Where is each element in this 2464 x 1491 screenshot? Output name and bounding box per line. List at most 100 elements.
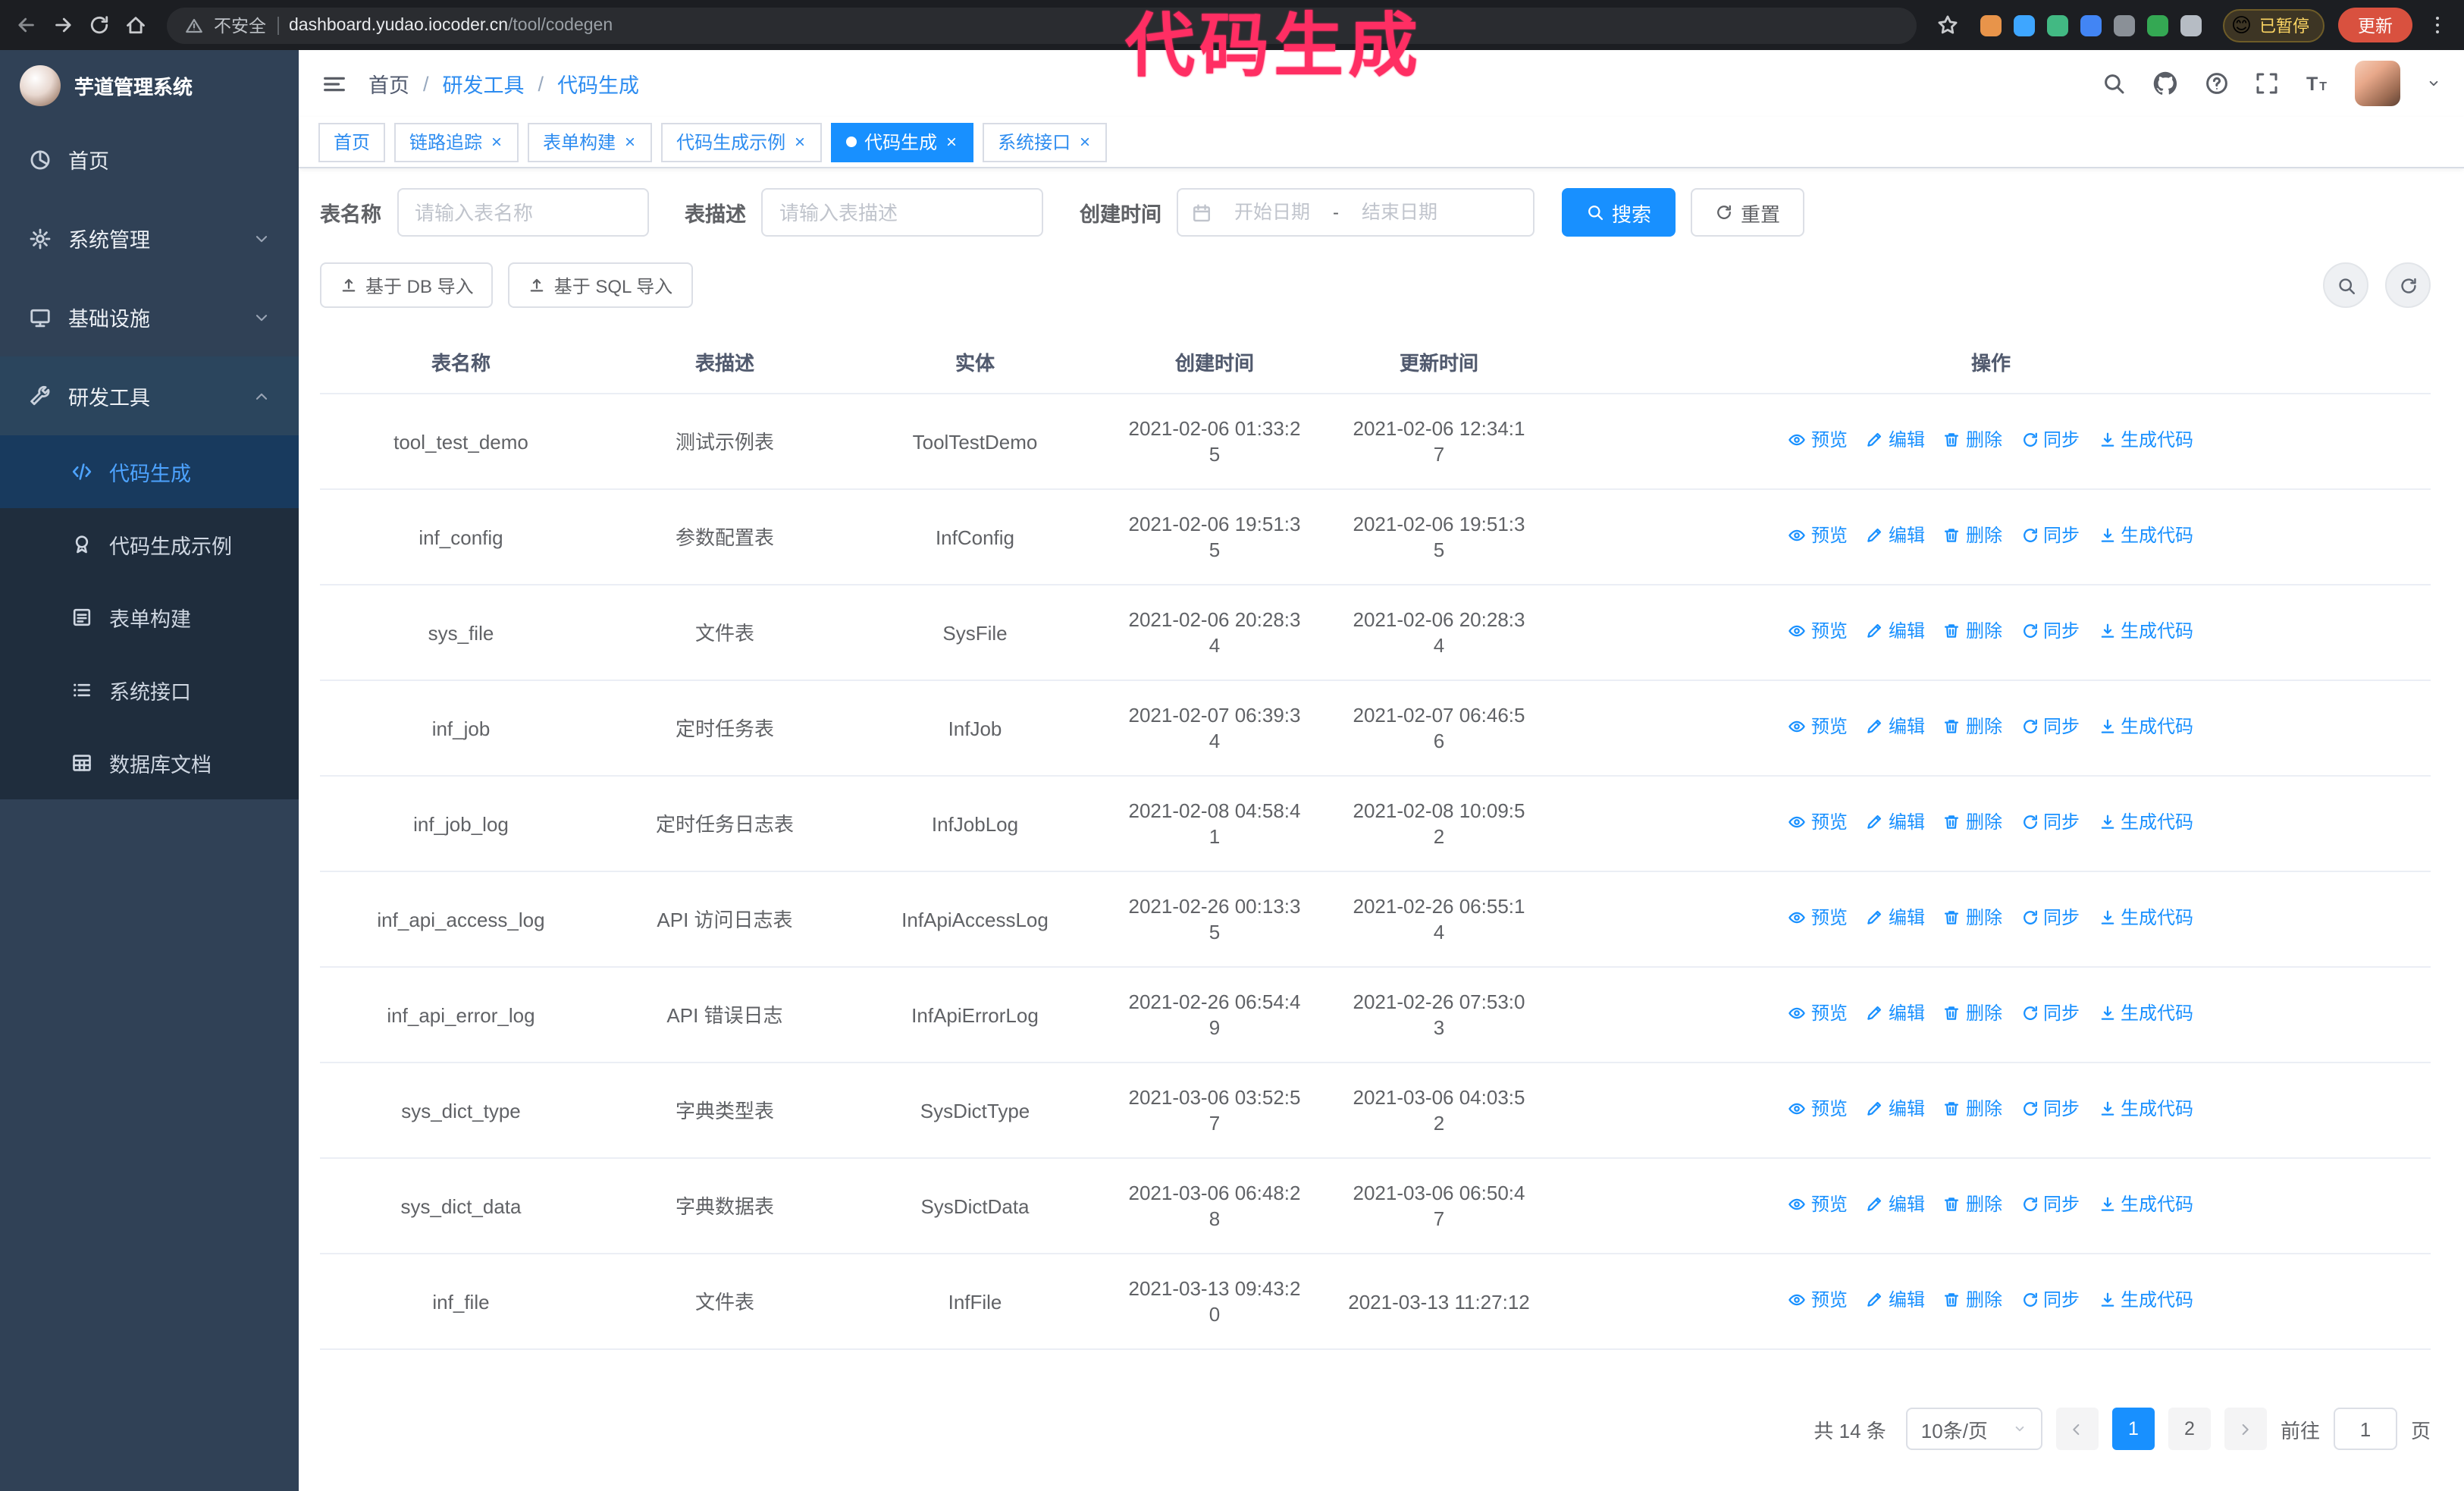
goto-page-input[interactable] <box>2333 1408 2397 1450</box>
back-icon[interactable] <box>15 14 38 36</box>
close-icon[interactable] <box>945 135 958 149</box>
chrome-update-button[interactable]: 更新 <box>2338 8 2412 42</box>
kebab-menu-icon[interactable] <box>2426 14 2449 36</box>
preview-link[interactable]: 预览 <box>1788 1097 1848 1122</box>
edit-link[interactable]: 编辑 <box>1866 1288 1925 1314</box>
sidebar-item-infra[interactable]: 基础设施 <box>0 278 299 356</box>
sidebar-item-form-builder[interactable]: 表单构建 <box>0 581 299 654</box>
delete-link[interactable]: 删除 <box>1943 1097 2002 1122</box>
tab-tracing[interactable]: 链路追踪 <box>394 122 519 162</box>
sync-link[interactable]: 同步 <box>2020 1097 2080 1122</box>
preview-link[interactable]: 预览 <box>1788 428 1848 454</box>
generate-code-link[interactable]: 生成代码 <box>2098 810 2193 836</box>
page-2-button[interactable]: 2 <box>2168 1408 2211 1450</box>
sidebar-item-home[interactable]: 首页 <box>0 120 299 199</box>
preview-link[interactable]: 预览 <box>1788 810 1848 836</box>
sidebar-item-codegen-example[interactable]: 代码生成示例 <box>0 508 299 581</box>
close-icon[interactable] <box>1078 135 1092 149</box>
tab-codegen-example[interactable]: 代码生成示例 <box>661 122 823 162</box>
import-sql-button[interactable]: 基于 SQL 导入 <box>508 262 693 308</box>
edit-link[interactable]: 编辑 <box>1866 523 1925 549</box>
close-icon[interactable] <box>490 135 503 149</box>
generate-code-link[interactable]: 生成代码 <box>2098 523 2193 549</box>
page-1-button[interactable]: 1 <box>2111 1408 2155 1450</box>
preview-link[interactable]: 预览 <box>1788 906 1848 931</box>
delete-link[interactable]: 删除 <box>1943 523 2002 549</box>
preview-link[interactable]: 预览 <box>1788 619 1848 645</box>
next-page-button[interactable] <box>2224 1408 2267 1450</box>
sidebar-item-codegen[interactable]: 代码生成 <box>0 435 299 508</box>
delete-link[interactable]: 删除 <box>1943 1288 2002 1314</box>
sync-link[interactable]: 同步 <box>2020 1001 2080 1027</box>
sync-link[interactable]: 同步 <box>2020 523 2080 549</box>
forward-icon[interactable] <box>52 14 74 36</box>
sidebar-item-devtools[interactable]: 研发工具 <box>0 356 299 435</box>
delete-link[interactable]: 删除 <box>1943 1192 2002 1218</box>
sidebar-item-db-docs[interactable]: 数据库文档 <box>0 727 299 799</box>
refresh-table-button[interactable] <box>2385 262 2431 308</box>
delete-link[interactable]: 删除 <box>1943 810 2002 836</box>
edit-link[interactable]: 编辑 <box>1866 1097 1925 1122</box>
fullscreen-icon[interactable] <box>2255 71 2279 96</box>
sync-link[interactable]: 同步 <box>2020 428 2080 454</box>
sync-link[interactable]: 同步 <box>2020 619 2080 645</box>
table-name-input[interactable] <box>397 188 648 237</box>
sync-link[interactable]: 同步 <box>2020 906 2080 931</box>
reload-icon[interactable] <box>88 14 111 36</box>
sidebar-item-system-api[interactable]: 系统接口 <box>0 654 299 727</box>
delete-link[interactable]: 删除 <box>1943 906 2002 931</box>
delete-link[interactable]: 删除 <box>1943 428 2002 454</box>
generate-code-link[interactable]: 生成代码 <box>2098 1192 2193 1218</box>
edit-link[interactable]: 编辑 <box>1866 714 1925 740</box>
people-extension-icon[interactable] <box>2080 14 2102 36</box>
generate-code-link[interactable]: 生成代码 <box>2098 428 2193 454</box>
help-icon[interactable] <box>2205 71 2229 96</box>
preview-link[interactable]: 预览 <box>1788 1192 1848 1218</box>
edit-link[interactable]: 编辑 <box>1866 428 1925 454</box>
edit-link[interactable]: 编辑 <box>1866 1192 1925 1218</box>
prev-page-button[interactable] <box>2055 1408 2099 1450</box>
edit-link[interactable]: 编辑 <box>1866 810 1925 836</box>
blue-drop-extension-icon[interactable] <box>2014 14 2036 36</box>
table-desc-input[interactable] <box>761 188 1043 237</box>
bookmark-star-icon[interactable] <box>1937 14 1960 36</box>
tab-home[interactable]: 首页 <box>318 122 386 162</box>
orange-extension-icon[interactable] <box>1980 14 2002 36</box>
breadcrumb-devtools[interactable]: 研发工具 <box>443 68 525 99</box>
search-icon[interactable] <box>2102 71 2126 96</box>
puzzle-extension-icon[interactable] <box>2180 14 2202 36</box>
edit-link[interactable]: 编辑 <box>1866 906 1925 931</box>
font-size-icon[interactable]: TT <box>2305 71 2329 96</box>
date-range-picker[interactable]: - <box>1177 188 1535 237</box>
import-db-button[interactable]: 基于 DB 导入 <box>320 262 494 308</box>
generate-code-link[interactable]: 生成代码 <box>2098 906 2193 931</box>
delete-link[interactable]: 删除 <box>1943 619 2002 645</box>
page-size-select[interactable]: 10条/页 <box>1905 1408 2042 1450</box>
sync-link[interactable]: 同步 <box>2020 1192 2080 1218</box>
tab-codegen[interactable]: 代码生成 <box>831 122 974 162</box>
search-button[interactable]: 搜索 <box>1562 188 1676 237</box>
sync-link[interactable]: 同步 <box>2020 1288 2080 1314</box>
generate-code-link[interactable]: 生成代码 <box>2098 1097 2193 1122</box>
generate-code-link[interactable]: 生成代码 <box>2098 714 2193 740</box>
profile-badge[interactable]: 😊 已暂停 <box>2223 8 2324 42</box>
reset-button[interactable]: 重置 <box>1691 188 1805 237</box>
green-check-extension-icon[interactable] <box>2047 14 2069 36</box>
github-icon[interactable] <box>2152 70 2179 97</box>
caret-down-icon[interactable] <box>2426 76 2441 91</box>
start-date-input[interactable] <box>1218 202 1327 223</box>
preview-link[interactable]: 预览 <box>1788 1288 1848 1314</box>
delete-link[interactable]: 删除 <box>1943 1001 2002 1027</box>
tab-form-builder[interactable]: 表单构建 <box>528 122 653 162</box>
end-date-input[interactable] <box>1345 202 1454 223</box>
preview-link[interactable]: 预览 <box>1788 523 1848 549</box>
sidebar-item-system[interactable]: 系统管理 <box>0 199 299 278</box>
home-icon[interactable] <box>124 14 147 36</box>
preview-link[interactable]: 预览 <box>1788 714 1848 740</box>
generate-code-link[interactable]: 生成代码 <box>2098 619 2193 645</box>
sync-link[interactable]: 同步 <box>2020 810 2080 836</box>
sync-link[interactable]: 同步 <box>2020 714 2080 740</box>
user-avatar[interactable] <box>2355 61 2400 106</box>
close-icon[interactable] <box>793 135 807 149</box>
hamburger-icon[interactable] <box>321 71 347 96</box>
